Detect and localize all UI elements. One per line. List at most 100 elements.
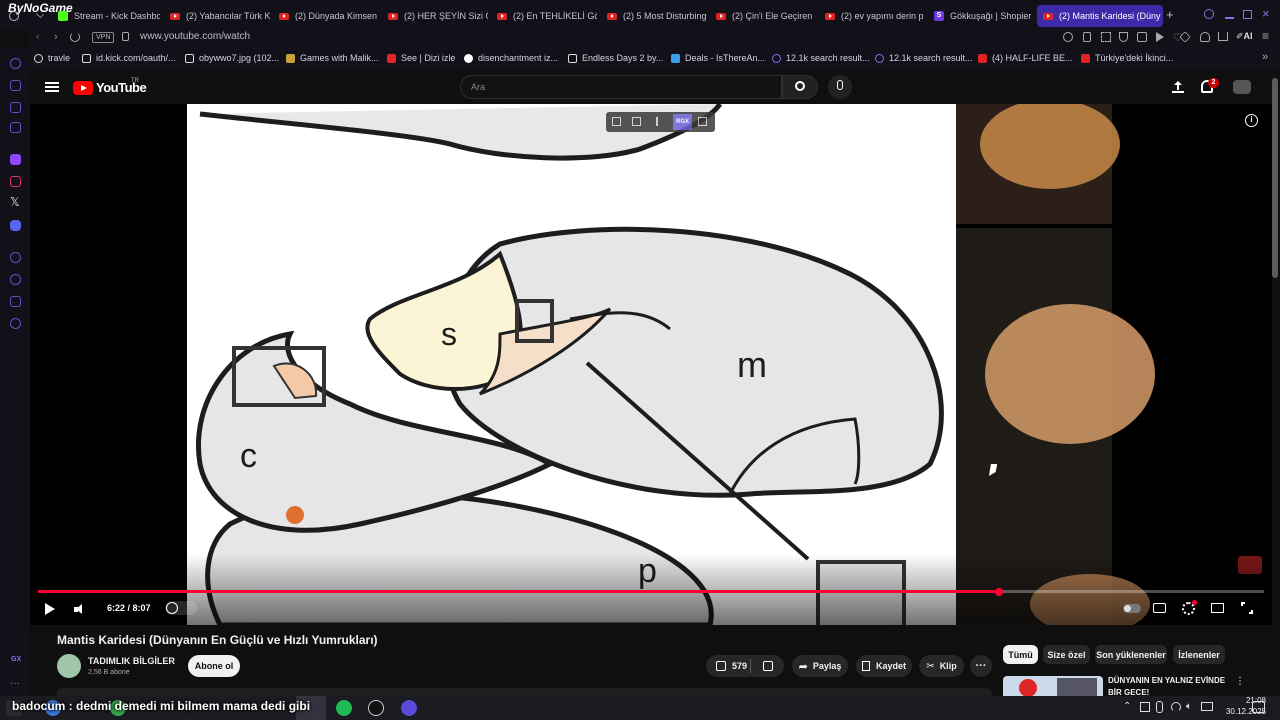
search-tabs-icon[interactable] <box>1204 9 1214 19</box>
tab-shopier[interactable]: S Gökkuşağı | Shopier <box>928 5 1034 27</box>
like-icon[interactable] <box>716 661 726 671</box>
tab-kick-dashboard[interactable]: Stream - Kick Dashbo <box>52 5 160 27</box>
tab-youtube-1[interactable]: (2) Yabancılar Türk K <box>164 5 270 27</box>
upload-icon[interactable] <box>1172 81 1184 93</box>
subscribe-button[interactable]: Abone ol <box>188 655 240 677</box>
recommendation-title-line2[interactable]: BİR GECE! <box>1108 688 1149 696</box>
recommendation-menu-icon[interactable]: ⋮ <box>1235 676 1245 687</box>
tab-youtube-4[interactable]: (2) En TEHLİKELİ Gö <box>491 5 597 27</box>
search-button[interactable] <box>782 75 818 99</box>
tab-youtube-6[interactable]: (2) Çin'i Ele Geçiren <box>710 5 816 27</box>
clip-button[interactable]: ✂ Klip <box>919 655 964 677</box>
microphone-tray-icon[interactable] <box>1156 701 1163 713</box>
spotify-icon[interactable] <box>336 700 352 716</box>
miniplayer-icon[interactable] <box>1211 603 1224 613</box>
settings-gear-icon[interactable] <box>10 318 21 329</box>
opera-gx-icon[interactable] <box>401 700 417 716</box>
page-scrollbar[interactable] <box>1272 78 1278 278</box>
channel-name[interactable]: TADIMLIK BİLGİLER <box>88 656 175 666</box>
chip-all[interactable]: Tümü <box>1003 645 1038 664</box>
screenshot-icon[interactable] <box>1101 32 1111 42</box>
minimize-icon[interactable] <box>1225 17 1234 19</box>
autoplay-toggle[interactable] <box>1123 604 1141 613</box>
account-icon[interactable] <box>1200 32 1210 42</box>
bookmark-half-life[interactable]: (4) HALF-LIFE BE... <box>978 53 1073 63</box>
bookmarks-overflow-icon[interactable]: » <box>1262 51 1268 63</box>
bookmark-disenchantment[interactable]: disenchantment iz... <box>464 53 558 63</box>
recommendation-title[interactable]: DÜNYANIN EN YALNIZ EVİNDE <box>1108 676 1225 685</box>
bookmark-search-1[interactable]: 12.1k search result... <box>772 53 870 63</box>
bookmark-turkiye[interactable]: Türkiye'deki İkinci... <box>1081 53 1173 63</box>
discord-icon[interactable] <box>10 220 21 231</box>
chip-recent[interactable]: Son yüklenenler <box>1095 645 1167 664</box>
tab-youtube-3[interactable]: (2) HER ŞEYİN Sizi Ö <box>382 5 488 27</box>
more-actions-button[interactable]: ··· <box>970 655 992 677</box>
vpn-badge[interactable]: VPN <box>92 32 115 43</box>
chapter-pill[interactable] <box>165 601 197 615</box>
popout-icon[interactable] <box>612 117 621 126</box>
x-twitter-icon[interactable]: 𝕏 <box>10 195 20 209</box>
shield-icon[interactable] <box>1119 32 1128 42</box>
maximize-icon[interactable] <box>1243 10 1252 19</box>
more-dots-icon[interactable]: ··· <box>10 678 20 689</box>
tab-youtube-7[interactable]: (2) ev yapımı derin p <box>819 5 925 27</box>
video-player[interactable]: s m c p RGX i 6:22 / 8:07 <box>30 104 1272 625</box>
recommendation-thumbnail[interactable] <box>1003 676 1103 696</box>
hamburger-menu-icon[interactable] <box>45 80 59 94</box>
reload-icon[interactable] <box>70 32 80 42</box>
play-button[interactable] <box>45 603 55 615</box>
player-icon[interactable] <box>10 252 21 263</box>
aria-ai-button[interactable]: ✐AI <box>1236 31 1253 42</box>
menu-lines-icon[interactable]: ≡ <box>1262 29 1269 43</box>
bookmark-obywwo[interactable]: obywwo7.jpg (102... <box>185 53 279 63</box>
new-tab-plus-icon[interactable]: + <box>1166 8 1174 21</box>
rgx-badge[interactable]: RGX <box>673 114 693 130</box>
instagram-icon[interactable] <box>10 176 21 187</box>
channel-avatar[interactable] <box>57 654 81 678</box>
forward-icon[interactable]: › <box>54 31 58 43</box>
bookmark-search-2[interactable]: 12.1k search result... <box>875 53 973 63</box>
snapshot-icon[interactable] <box>632 117 641 126</box>
network-icon[interactable] <box>1171 702 1181 712</box>
chip-watched[interactable]: İzlenenler <box>1173 645 1225 664</box>
play-icon[interactable] <box>1156 32 1164 42</box>
extensions-icon[interactable] <box>10 296 21 307</box>
fullscreen-icon[interactable] <box>1241 602 1253 614</box>
pin-icon[interactable] <box>1083 32 1091 42</box>
dislike-icon[interactable] <box>763 661 773 671</box>
chip-for-you[interactable]: Size özel <box>1043 645 1090 664</box>
subtitles-icon[interactable] <box>1153 603 1166 613</box>
like-count[interactable]: 579 <box>732 661 747 671</box>
description-box[interactable] <box>57 688 992 696</box>
tab-youtube-2[interactable]: (2) Dünyada Kimsen <box>273 5 379 27</box>
bookmark-isthereany[interactable]: Deals - IsThereAn... <box>671 53 765 63</box>
gaming-icon[interactable] <box>10 102 21 113</box>
progress-track[interactable] <box>38 587 1264 596</box>
camera-icon[interactable] <box>1137 32 1147 42</box>
search-input[interactable]: Ara <box>460 75 782 99</box>
close-window-icon[interactable]: × <box>1262 7 1270 20</box>
bookmark-dizi[interactable]: See | Dizi izle <box>387 53 455 63</box>
tray-chevron-icon[interactable]: ⌃ <box>1123 701 1131 712</box>
bookmark-travle[interactable]: travle <box>34 53 70 63</box>
save-button[interactable]: Kaydet <box>856 655 912 677</box>
bookmark-endless-days[interactable]: Endless Days 2 by... <box>568 53 663 63</box>
share-button[interactable]: ➦ Paylaş <box>792 655 848 677</box>
gx-control-icon[interactable] <box>10 80 21 91</box>
speaker-icon[interactable]: 🔈︎ <box>1186 701 1192 712</box>
notification-center-icon[interactable] <box>1252 701 1265 713</box>
scrubber-knob[interactable] <box>995 587 1004 596</box>
download-icon[interactable] <box>1218 32 1228 41</box>
tab-youtube-active[interactable]: (2) Mantis Karidesi (Düny <box>1037 5 1163 27</box>
tab-youtube-5[interactable]: (2) 5 Most Disturbing <box>601 5 707 27</box>
tray-app-icon[interactable] <box>1140 702 1150 712</box>
voice-search-button[interactable] <box>828 75 852 99</box>
mute-overlay-icon[interactable] <box>698 117 707 126</box>
volume-button[interactable] <box>74 604 84 614</box>
skip-icon[interactable] <box>656 117 665 126</box>
bookmark-kick-oauth[interactable]: id.kick.com/oauth/... <box>82 53 176 63</box>
lock-icon[interactable] <box>122 32 129 41</box>
bookmark-games-malik[interactable]: Games with Malik... <box>286 53 379 63</box>
zoom-search-icon[interactable] <box>1063 32 1073 42</box>
refresh-rail-icon[interactable] <box>10 58 21 69</box>
